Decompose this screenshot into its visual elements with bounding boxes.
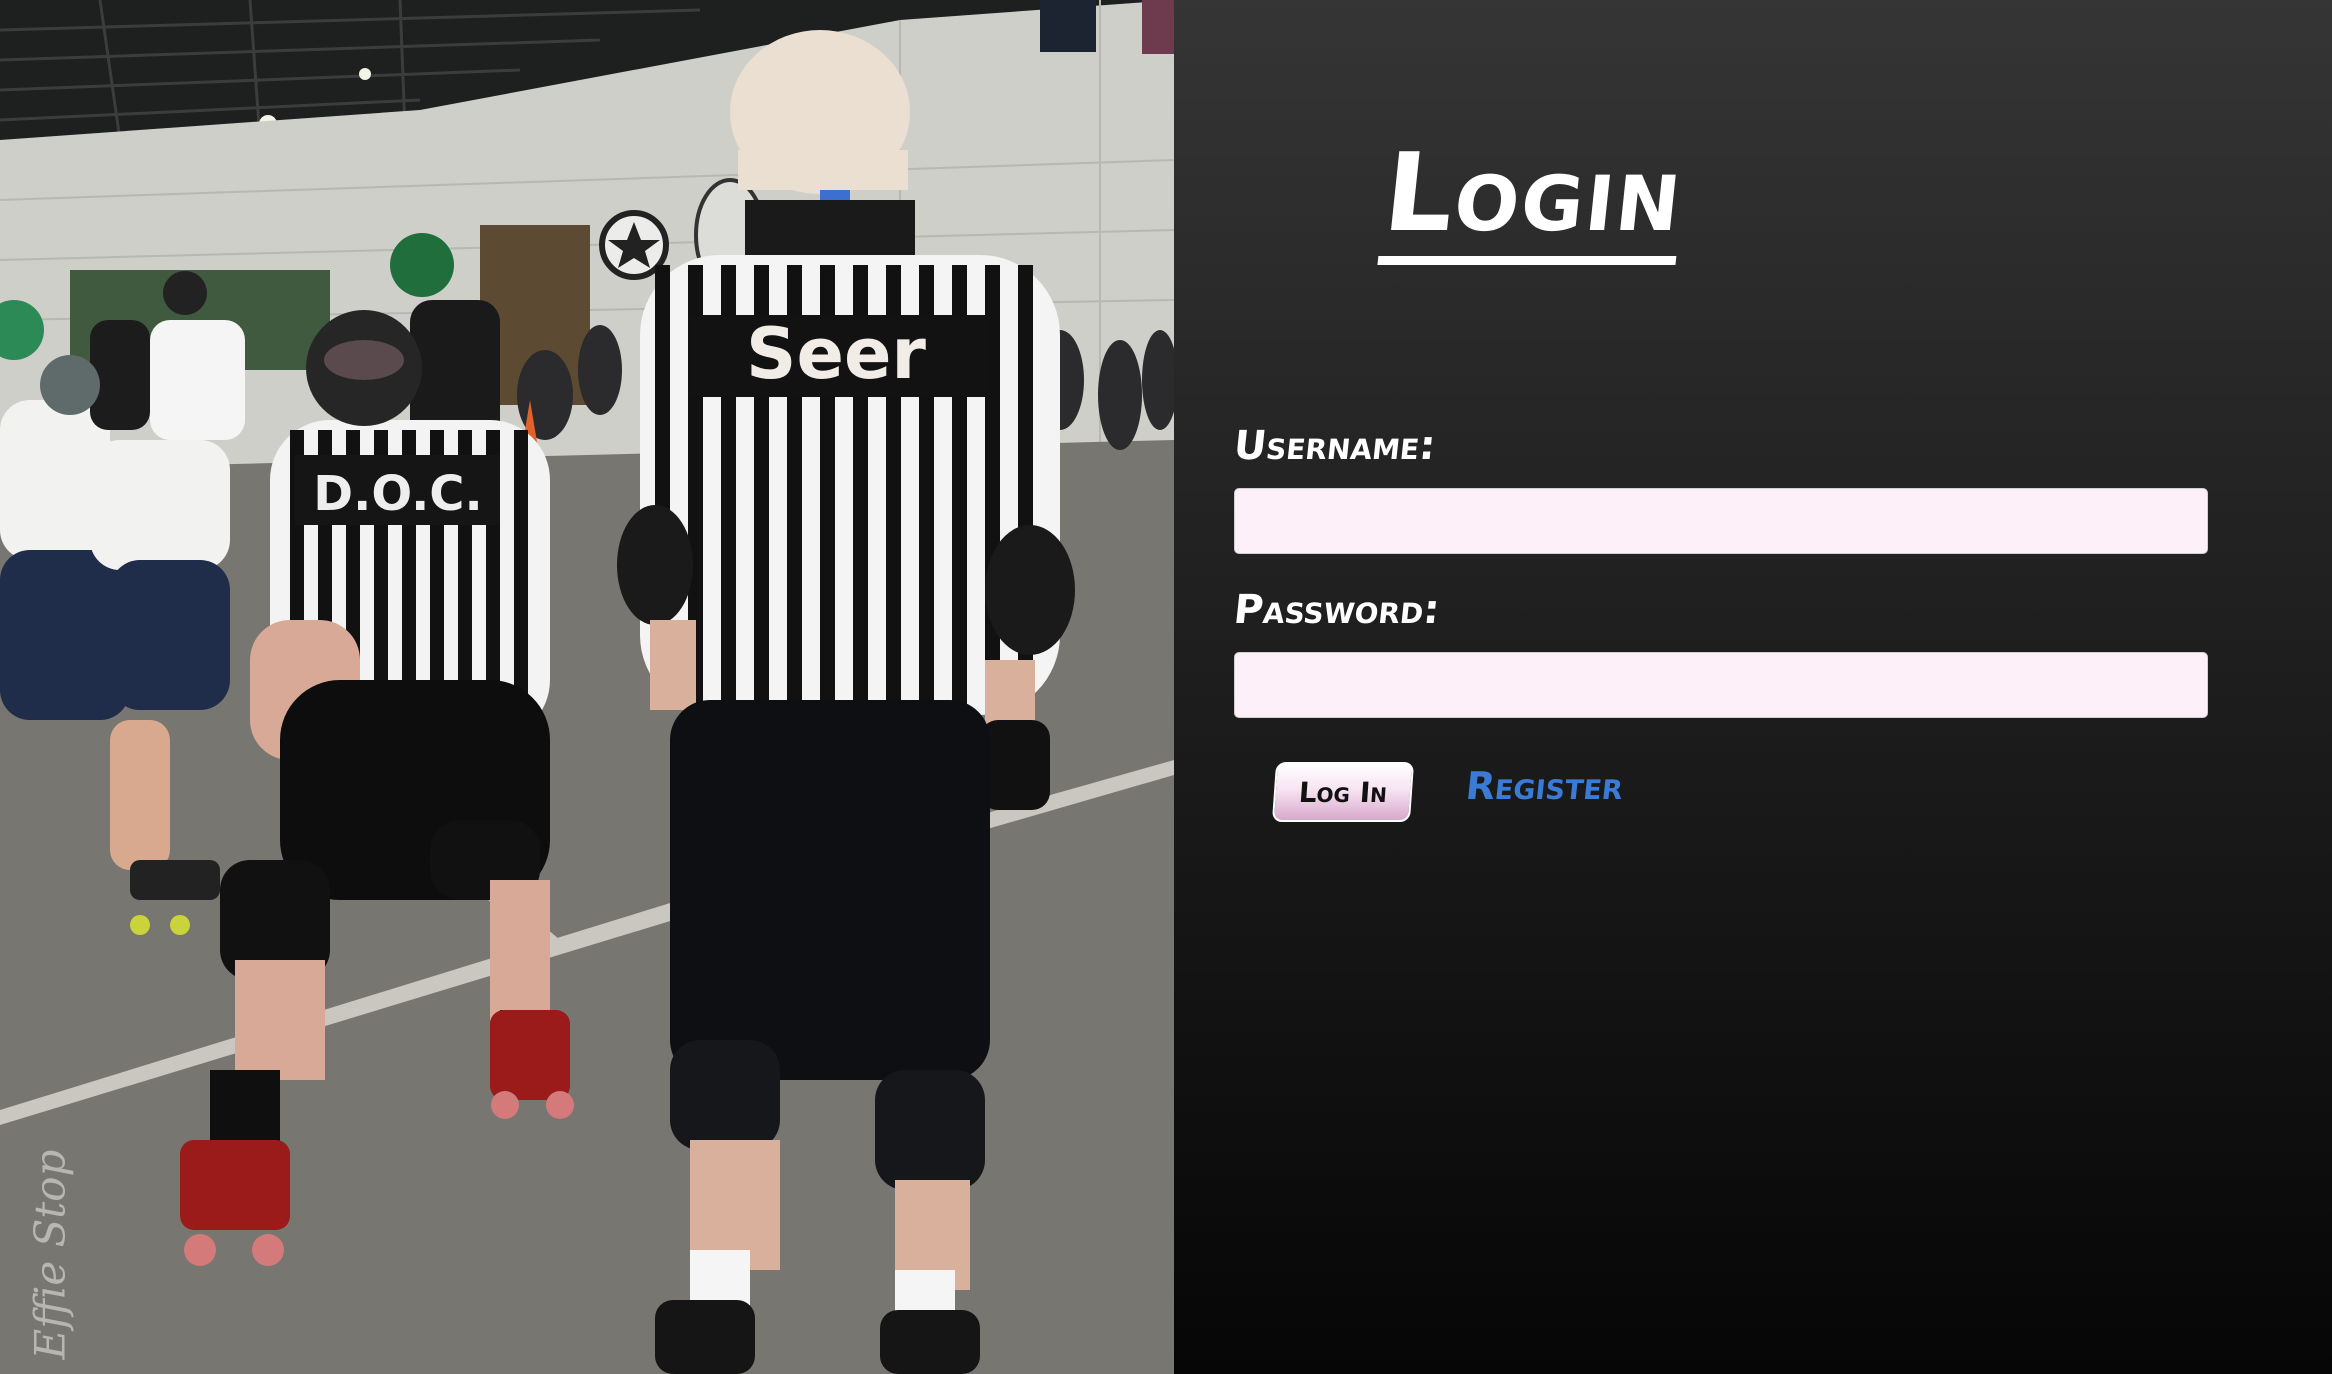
login-title: Login <box>1377 131 1689 265</box>
doc-jersey-text: D.O.C. <box>313 466 483 522</box>
password-label: Password: <box>1231 587 1442 633</box>
login-panel: Login Username: Password: Log In Registe… <box>1174 0 2332 1374</box>
photo-watermark: Effie Stop <box>25 1149 75 1360</box>
photo-illustration: D.O.C. Seer <box>0 0 1174 1374</box>
password-input[interactable] <box>1234 652 2208 718</box>
seer-jersey-text: Seer <box>746 313 926 395</box>
login-page: D.O.C. Seer Effie Stop Login Username: P… <box>0 0 2332 1374</box>
register-link[interactable]: Register <box>1464 764 1626 808</box>
username-label: Username: <box>1231 423 1438 469</box>
background-photo: D.O.C. Seer Effie Stop <box>0 0 1174 1374</box>
username-input[interactable] <box>1234 488 2208 554</box>
log-in-button[interactable]: Log In <box>1271 762 1415 822</box>
